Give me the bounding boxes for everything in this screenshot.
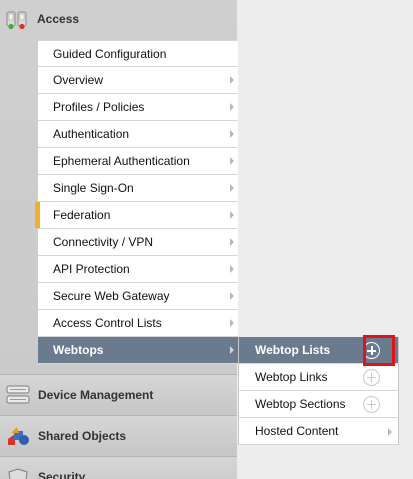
chevron-right-icon xyxy=(230,319,234,327)
submenu-item-label: Overview xyxy=(53,73,104,87)
submenu-item-single-sign-on[interactable]: Single Sign-On xyxy=(38,175,238,202)
submenu-item-label: Federation xyxy=(53,208,111,222)
submenu-item-label: Guided Configuration xyxy=(53,46,167,61)
flyout-item-label: Webtop Links xyxy=(255,370,328,384)
submenu-item-profiles-policies[interactable]: Profiles / Policies xyxy=(38,94,238,121)
submenu-item-label: Webtops xyxy=(53,343,104,357)
webtops-flyout-menu: Webtop Lists Webtop Links Webtop Section… xyxy=(238,335,399,445)
submenu-item-label: Connectivity / VPN xyxy=(53,235,154,249)
shield-icon xyxy=(5,466,31,479)
flyout-item-label: Hosted Content xyxy=(255,424,339,438)
submenu-item-secure-web-gateway[interactable]: Secure Web Gateway xyxy=(38,283,238,310)
submenu-item-label: API Protection xyxy=(53,262,130,276)
flyout-item-label: Webtop Sections xyxy=(255,397,346,411)
submenu-item-label: Authentication xyxy=(53,127,130,141)
submenu-item-webtops[interactable]: Webtops xyxy=(38,337,238,364)
submenu-item-label: Profiles / Policies xyxy=(53,100,145,114)
submenu-item-authentication[interactable]: Authentication xyxy=(38,121,238,148)
nav-section-access-label: Access xyxy=(37,12,80,26)
chevron-right-icon xyxy=(230,103,234,111)
flyout-item-webtop-sections[interactable]: Webtop Sections xyxy=(239,391,398,418)
nav-section-label: Shared Objects xyxy=(38,429,127,443)
shared-objects-icon xyxy=(5,425,31,447)
nav-section-access[interactable]: Access xyxy=(0,0,237,40)
access-booth-icon xyxy=(6,10,28,30)
plus-circle-icon[interactable] xyxy=(363,396,380,413)
chevron-right-icon xyxy=(230,292,234,300)
nav-section-label: Device Management xyxy=(38,388,154,402)
server-icon xyxy=(5,384,31,406)
chevron-right-icon xyxy=(230,130,234,138)
submenu-item-guided-configuration[interactable]: Guided Configuration xyxy=(38,40,238,67)
submenu-item-federation[interactable]: Federation xyxy=(35,202,238,229)
chevron-right-icon xyxy=(230,157,234,165)
chevron-right-icon xyxy=(230,346,234,354)
submenu-item-label: Secure Web Gateway xyxy=(53,289,170,303)
nav-section-device-management[interactable]: Device Management xyxy=(0,374,237,414)
flyout-item-webtop-lists[interactable]: Webtop Lists xyxy=(239,335,398,366)
plus-circle-icon[interactable] xyxy=(363,342,380,359)
chevron-right-icon xyxy=(230,211,234,219)
submenu-item-overview[interactable]: Overview xyxy=(38,67,238,94)
submenu-item-access-control-lists[interactable]: Access Control Lists xyxy=(38,310,238,337)
chevron-right-icon xyxy=(230,265,234,273)
chevron-right-icon xyxy=(230,184,234,192)
nav-section-shared-objects[interactable]: Shared Objects xyxy=(0,415,237,455)
chevron-right-icon xyxy=(388,428,392,436)
submenu-item-api-protection[interactable]: API Protection xyxy=(38,256,238,283)
submenu-item-ephemeral-authentication[interactable]: Ephemeral Authentication xyxy=(38,148,238,175)
submenu-item-label: Access Control Lists xyxy=(53,316,162,330)
submenu-item-label: Ephemeral Authentication xyxy=(53,154,190,168)
nav-section-label: Security xyxy=(38,470,86,479)
plus-circle-icon[interactable] xyxy=(363,369,380,386)
submenu-item-label: Single Sign-On xyxy=(53,181,134,195)
flyout-item-hosted-content[interactable]: Hosted Content xyxy=(239,418,398,445)
nav-section-security[interactable]: Security xyxy=(0,456,237,479)
access-submenu: Guided Configuration Overview Profiles /… xyxy=(35,40,238,364)
chevron-right-icon xyxy=(230,238,234,246)
submenu-item-connectivity-vpn[interactable]: Connectivity / VPN xyxy=(38,229,238,256)
flyout-item-webtop-links[interactable]: Webtop Links xyxy=(239,364,398,391)
chevron-right-icon xyxy=(230,76,234,84)
flyout-item-label: Webtop Lists xyxy=(255,343,331,357)
